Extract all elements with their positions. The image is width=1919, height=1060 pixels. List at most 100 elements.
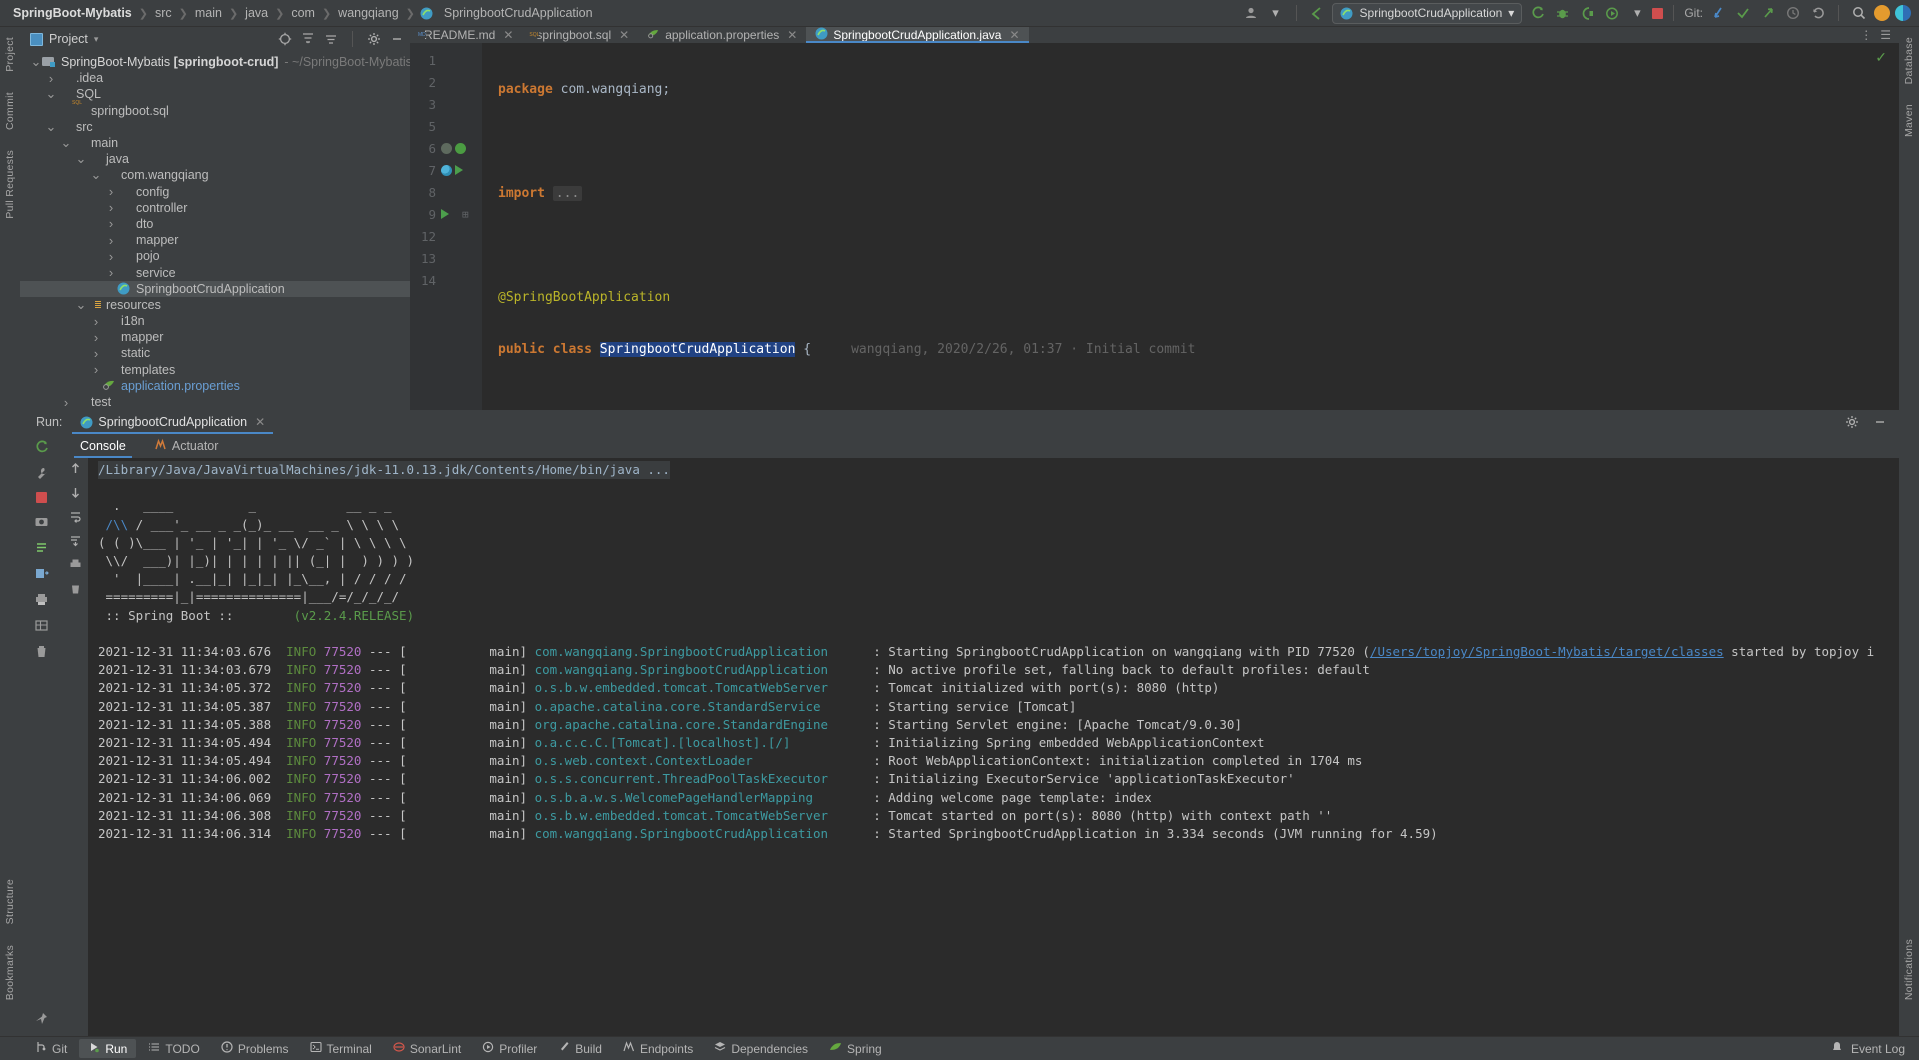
sonarlint-indicator-icon[interactable]	[1874, 5, 1890, 21]
chevron-right-icon[interactable]: ›	[105, 200, 117, 215]
trash-icon[interactable]	[34, 644, 49, 659]
chevron-right-icon[interactable]: ›	[90, 314, 102, 329]
git-commit-icon[interactable]	[1733, 3, 1753, 23]
settings-gear-icon[interactable]	[367, 32, 381, 46]
chevron-down-icon[interactable]: ⌄	[45, 86, 57, 102]
console-nav-toolbar[interactable]	[62, 458, 88, 1036]
chevron-down-icon[interactable]: ▾	[1266, 3, 1286, 23]
import-fold-placeholder[interactable]: ...	[552, 186, 583, 201]
close-icon[interactable]: ✕	[787, 28, 797, 42]
chevron-down-icon[interactable]: ⌄	[75, 151, 87, 167]
status-bar-item-terminal[interactable]: Terminal	[301, 1039, 381, 1058]
tree-node-springboot-sql[interactable]: springboot.sql	[20, 103, 410, 119]
print-icon[interactable]	[34, 592, 49, 607]
clear-all-icon[interactable]	[69, 582, 82, 595]
status-bar-item-git[interactable]: Git	[26, 1039, 76, 1058]
chevron-down-icon[interactable]: ⌄	[90, 167, 102, 183]
plugin-indicator-icon[interactable]	[1895, 5, 1911, 21]
status-bar-item-endpoints[interactable]: Endpoints	[614, 1039, 702, 1058]
tree-node-mapper[interactable]: › mapper	[20, 329, 410, 345]
chevron-right-icon[interactable]: ›	[105, 249, 117, 264]
run-gutter-icon[interactable]	[441, 209, 449, 219]
code-editor[interactable]: 1 2 3 5 6 7 8 9 ⊞ 12 13 14 package com.w…	[410, 43, 1899, 410]
chevron-right-icon[interactable]: ›	[105, 233, 117, 248]
tree-node-config[interactable]: › config	[20, 183, 410, 199]
tree-node-java[interactable]: ⌄ java	[20, 151, 410, 167]
chevron-right-icon[interactable]: ›	[105, 184, 117, 199]
tree-node--idea[interactable]: › .idea	[20, 70, 410, 86]
breadcrumb-item-wangqiang[interactable]: wangqiang	[333, 6, 403, 20]
user-icon[interactable]	[1241, 3, 1261, 23]
chevron-down-icon[interactable]: ⌄	[75, 297, 87, 313]
code-content[interactable]: package com.wangqiang; import ... @Sprin…	[482, 43, 1899, 410]
editor-tab-application-properties[interactable]: application.properties ✕	[638, 27, 806, 43]
chevron-down-icon[interactable]: ▾	[94, 34, 99, 45]
status-bar-item-dependencies[interactable]: Dependencies	[705, 1039, 817, 1058]
preview-icon[interactable]: ☰	[1880, 28, 1891, 42]
tree-node-mapper[interactable]: › mapper	[20, 232, 410, 248]
tool-tab-pull-requests[interactable]: Pull Requests	[2, 140, 18, 229]
chevron-down-icon[interactable]: ⌄	[60, 135, 72, 151]
tree-node-pojo[interactable]: › pojo	[20, 248, 410, 264]
tool-tab-bookmarks[interactable]: Bookmarks	[2, 935, 18, 1010]
status-bar-item-todo[interactable]: TODO	[139, 1039, 208, 1058]
chevron-right-icon[interactable]: ›	[90, 362, 102, 377]
breadcrumb-item-project[interactable]: SpringBoot-Mybatis	[8, 6, 137, 20]
tree-node-springbootcrudapplication[interactable]: SpringbootCrudApplication	[20, 280, 410, 297]
run-configuration-selector[interactable]: SpringbootCrudApplication ▾	[1331, 2, 1523, 24]
print-icon[interactable]	[69, 558, 82, 571]
minimize-icon[interactable]	[1873, 415, 1887, 429]
tree-node-src[interactable]: ⌄ src	[20, 119, 410, 135]
export-icon[interactable]	[34, 566, 49, 581]
tree-node-service[interactable]: › service	[20, 264, 410, 280]
close-icon[interactable]: ✕	[1009, 28, 1019, 42]
status-bar-item-build[interactable]: Build	[549, 1039, 611, 1058]
console-output[interactable]: /Library/Java/JavaVirtualMachines/jdk-11…	[88, 458, 1899, 1036]
git-update-icon[interactable]	[1708, 3, 1728, 23]
profile-icon[interactable]	[1602, 3, 1622, 23]
chevron-right-icon[interactable]: ›	[45, 71, 57, 86]
status-bar-item-profiler[interactable]: Profiler	[473, 1039, 546, 1058]
tool-tab-structure[interactable]: Structure	[2, 869, 18, 934]
project-tree[interactable]: ⌄ SpringBoot-Mybatis [springboot-crud] - ~…	[20, 52, 410, 410]
collapse-all-icon[interactable]	[324, 32, 338, 46]
tree-node-springboot-mybatis[interactable]: ⌄ SpringBoot-Mybatis [springboot-crud] - ~…	[20, 54, 410, 70]
breadcrumb-item-com[interactable]: com	[286, 6, 320, 20]
rerun-icon[interactable]	[1527, 3, 1547, 23]
tree-node-com-wangqiang[interactable]: ⌄ com.wangqiang	[20, 167, 410, 183]
editor-tab-springbootcrudapplication-java[interactable]: SpringbootCrudApplication.java ✕	[806, 27, 1029, 43]
search-icon[interactable]	[1849, 3, 1869, 23]
git-push-icon[interactable]	[1758, 3, 1778, 23]
spring-class-gutter-icon[interactable]	[441, 164, 452, 176]
settings-gear-icon[interactable]	[1845, 415, 1859, 429]
chevron-right-icon[interactable]: ›	[105, 265, 117, 280]
back-arrow-icon[interactable]	[1307, 3, 1327, 23]
status-bar-event-log-label[interactable]: Event Log	[1851, 1042, 1905, 1056]
target-icon[interactable]	[278, 32, 292, 46]
tree-node-static[interactable]: › static	[20, 345, 410, 361]
more-options-icon[interactable]: ⋮	[1860, 28, 1872, 42]
console-tab-bar[interactable]: Console Actuator	[62, 434, 1899, 458]
tree-node-dto[interactable]: › dto	[20, 216, 410, 232]
tool-tab-commit[interactable]: Commit	[2, 82, 18, 140]
tool-tab-maven[interactable]: Maven	[1901, 94, 1917, 147]
tool-tab-project[interactable]: Project	[2, 27, 18, 82]
close-icon[interactable]: ✕	[619, 28, 629, 42]
minimize-icon[interactable]	[390, 32, 404, 46]
chevron-down-icon[interactable]: ⌄	[45, 119, 57, 135]
tree-node-controller[interactable]: › controller	[20, 200, 410, 216]
inspection-ok-icon[interactable]: ✓	[1875, 49, 1887, 66]
run-gutter-icon[interactable]	[455, 165, 463, 175]
chevron-down-icon[interactable]: ▾	[1508, 6, 1514, 20]
editor-gutter[interactable]: 1 2 3 5 6 7 8 9 ⊞ 12 13 14	[410, 43, 482, 410]
breadcrumb-item-java[interactable]: java	[240, 6, 273, 20]
rerun-icon[interactable]	[34, 440, 49, 455]
breadcrumb-item-main[interactable]: main	[190, 6, 227, 20]
tree-node-resources[interactable]: ⌄ resources	[20, 297, 410, 313]
soft-wrap-icon[interactable]	[69, 510, 82, 523]
status-bar-item-problems[interactable]: Problems	[212, 1039, 298, 1058]
chevron-down-icon[interactable]: ▾	[1627, 3, 1647, 23]
run-side-toolbar[interactable]	[20, 434, 62, 1036]
breadcrumb-item-src[interactable]: src	[150, 6, 177, 20]
tool-tab-notifications[interactable]: Notifications	[1901, 929, 1917, 1010]
